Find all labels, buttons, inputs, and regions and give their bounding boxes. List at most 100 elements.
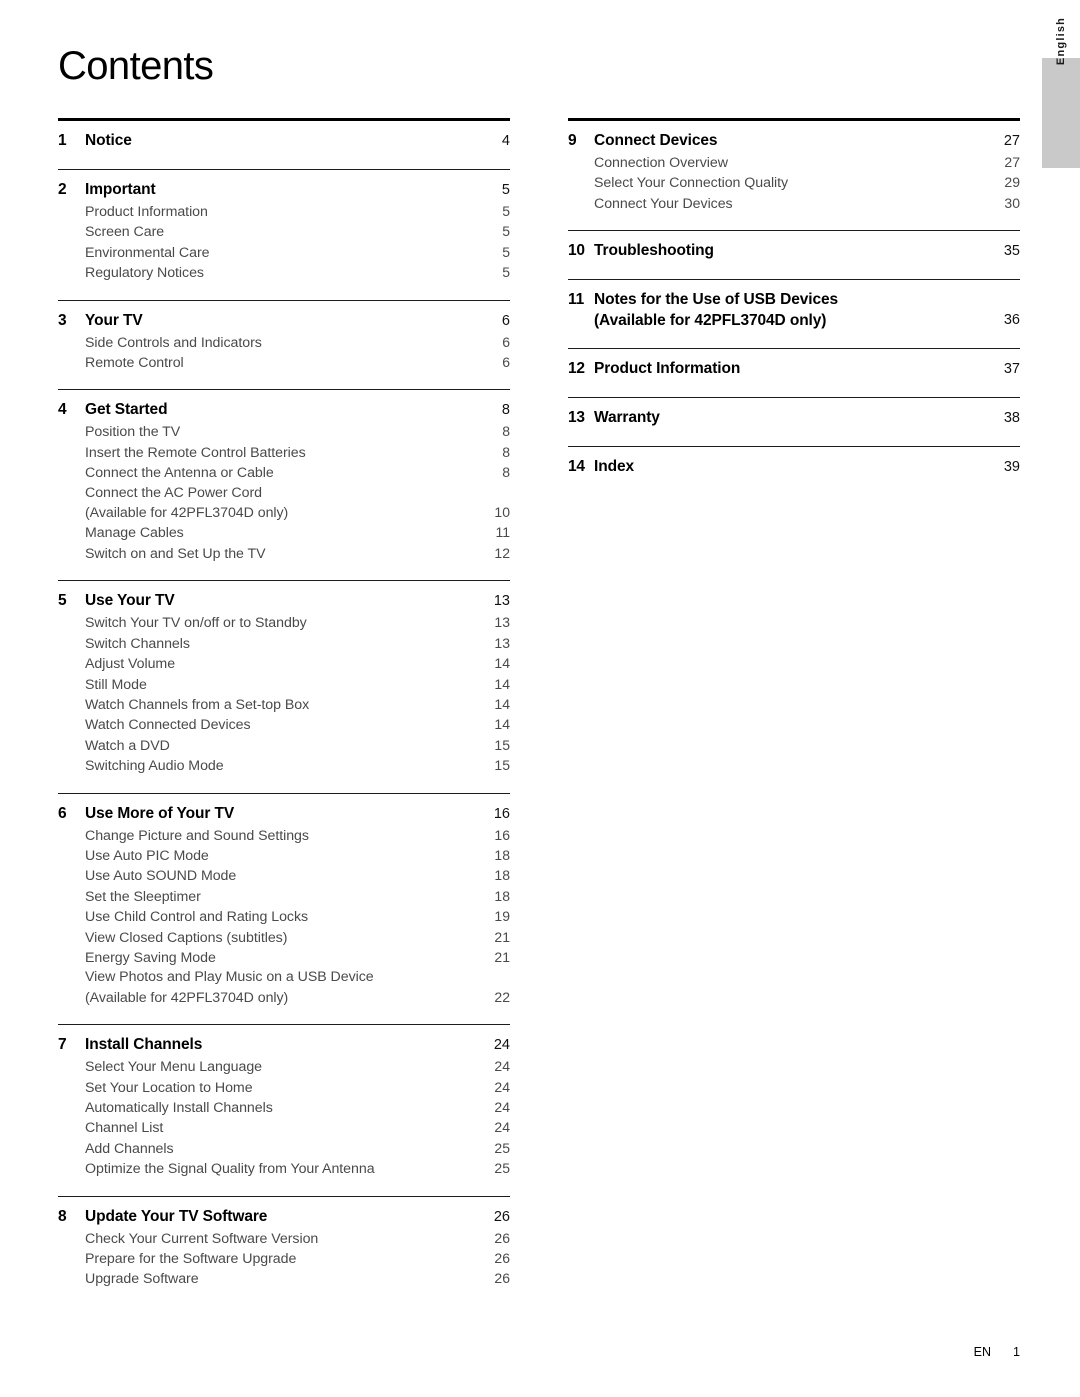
toc-subitem[interactable]: View Closed Captions (subtitles) 21 [58,928,510,948]
toc-section-heading[interactable]: 7 Install Channels 24 [58,1034,510,1056]
toc-subitem[interactable]: Energy Saving Mode 21 [58,948,510,968]
toc-section: 14 Index 39 [568,446,1020,495]
toc-section-heading[interactable]: 10 Troubleshooting 35 [568,240,1020,262]
toc-subitem-label: Connect the AC Power Cord [85,484,262,501]
toc-subitem[interactable]: Screen Care 5 [58,222,510,242]
toc-section-title: Warranty [594,409,660,427]
toc-subitem-label: Environmental Care [85,244,210,261]
toc-section-heading[interactable]: 13 Warranty 38 [568,407,1020,429]
toc-subitem-label: Use Child Control and Rating Locks [85,909,309,926]
toc-subitem-label: Still Mode [85,676,147,693]
toc-section-heading[interactable]: 2 Important 5 [58,179,510,201]
toc-subitem[interactable]: Product Information 5 [58,202,510,222]
toc-section-page: 36 [1003,312,1020,329]
toc-subitem[interactable]: Connect Your Devices 30 [568,194,1020,214]
page-footer: EN 1 [0,1345,1020,1359]
toc-subitem[interactable]: Connect the AC Power Cord [58,484,510,503]
toc-subitem[interactable]: Add Channels 25 [58,1139,510,1159]
toc-subitem-label: Adjust Volume [85,656,176,673]
toc-subitem[interactable]: Remote Control 6 [58,353,510,373]
toc-subitem[interactable]: Side Controls and Indicators 6 [58,333,510,353]
toc-section-page: 16 [493,805,510,822]
toc-subitem-page: 6 [502,354,510,371]
toc-section-heading[interactable]: 14 Index 39 [568,456,1020,478]
toc-section: 2 Important 5 Product Information 5 Screen Ca… [58,169,510,300]
toc-subitem-page: 19 [494,908,510,925]
toc-section-number: 14 [568,458,585,476]
toc-subitem[interactable]: Optimize the Signal Quality from Your An… [58,1159,510,1179]
toc-subitem-label: Watch Connected Devices [85,717,251,734]
toc-subitem[interactable]: Switch on and Set Up the TV 12 [58,544,510,564]
toc-subitem-page: 5 [502,223,510,240]
toc-subitem-label: View Closed Captions (subtitles) [85,929,288,946]
toc-subitem-page: 26 [494,1229,510,1246]
toc-section-heading[interactable]: 9 Connect Devices 27 [568,130,1020,152]
toc-subitem-page: 24 [494,1078,510,1095]
toc-subitem[interactable]: View Photos and Play Music on a USB Devi… [58,968,510,987]
toc-subitem-page: 21 [494,948,510,965]
toc-subitem[interactable]: Switch Your TV on/off or to Standby 13 [58,613,510,633]
toc-subitem[interactable]: (Available for 42PFL3704D only) 22 [58,988,510,1008]
toc-section-heading[interactable]: 11 Notes for the Use of USB Devices (Avail… [568,289,1020,331]
toc-section-heading[interactable]: 1 Notice 4 [58,130,510,152]
toc-section-heading[interactable]: 3 Your TV 6 [58,310,510,332]
toc-subitem-label: Watch a DVD [85,737,170,754]
toc-subitem[interactable]: Connection Overview 27 [568,153,1020,173]
toc-subitem[interactable]: Automatically Install Channels 24 [58,1098,510,1118]
toc-subitem[interactable]: Set the Sleeptimer 18 [58,887,510,907]
toc-section-page: 26 [493,1208,510,1225]
toc-subitem[interactable]: Switching Audio Mode 15 [58,756,510,776]
toc-subitem[interactable]: Change Picture and Sound Settings 16 [58,826,510,846]
toc-subitem[interactable]: Watch a DVD 15 [58,736,510,756]
toc-subitem[interactable]: (Available for 42PFL3704D only) 10 [58,503,510,523]
toc-subitem-page: 14 [494,675,510,692]
toc-subitem-label: Connect the Antenna or Cable [85,465,274,482]
toc-section-number: 9 [568,132,577,149]
toc-subitem[interactable]: Use Auto PIC Mode 18 [58,846,510,866]
toc-subitem[interactable]: Prepare for the Software Upgrade 26 [58,1249,510,1269]
toc-subitem[interactable]: Adjust Volume 14 [58,654,510,674]
toc-section: 12 Product Information 37 [568,348,1020,397]
toc-section-heading[interactable]: 8 Update Your TV Software 26 [58,1206,510,1228]
toc-section-heading[interactable]: 4 Get Started 8 [58,399,510,421]
toc-subitem[interactable]: Still Mode 14 [58,675,510,695]
toc-subitem[interactable]: Channel List 24 [58,1118,510,1138]
toc-subitem-page: 22 [494,988,510,1005]
toc-subitem[interactable]: Connect the Antenna or Cable 8 [58,463,510,483]
toc-section-number: 10 [568,242,585,260]
toc-section-title: Use Your TV [85,592,175,610]
toc-subitem[interactable]: Manage Cables 11 [58,523,510,543]
toc-subitem-label: Prepare for the Software Upgrade [85,1251,297,1268]
toc-subitem[interactable]: Watch Connected Devices 14 [58,715,510,735]
toc-subitem[interactable]: Check Your Current Software Version 26 [58,1229,510,1249]
toc-subitem-label: Set Your Location to Home [85,1079,253,1096]
toc-subitem[interactable]: Upgrade Software 26 [58,1269,510,1289]
toc-subitem[interactable]: Insert the Remote Control Batteries 8 [58,443,510,463]
toc-subitem-page: 24 [494,1119,510,1136]
toc-section-heading[interactable]: 12 Product Information 37 [568,358,1020,380]
toc-subitem-page: 27 [1004,154,1020,170]
toc-subitem[interactable]: Regulatory Notices 5 [58,263,510,283]
toc-subitem[interactable]: Position the TV 8 [58,422,510,442]
toc-subitem[interactable]: Watch Channels from a Set-top Box 14 [58,695,510,715]
toc-subitem-page: 14 [494,655,510,672]
toc-subitem-list: Connection Overview 27 Select Your Connect… [568,153,1020,214]
toc-subitem[interactable]: Select Your Connection Quality 29 [568,173,1020,193]
toc-subitem-list: Select Your Menu Language 24 Set Your Loca… [58,1057,510,1179]
toc-subitem[interactable]: Switch Channels 13 [58,634,510,654]
toc-subitem-label: Add Channels [85,1140,174,1157]
toc-section: 11 Notes for the Use of USB Devices (Avail… [568,279,1020,348]
toc-subitem[interactable]: Select Your Menu Language 24 [58,1057,510,1077]
toc-subitem[interactable]: Use Auto SOUND Mode 18 [58,866,510,886]
toc-subitem[interactable]: Use Child Control and Rating Locks 19 [58,907,510,927]
toc-subitem-page: 5 [502,243,510,260]
toc-subitem-label: Switch Your TV on/off or to Standby [85,615,307,632]
toc-section-number: 8 [58,1207,67,1225]
toc-subitem-label: Change Picture and Sound Settings [85,827,309,844]
toc-subitem-page: 11 [495,524,510,541]
toc-subitem[interactable]: Environmental Care 5 [58,243,510,263]
toc-subitem[interactable]: Set Your Location to Home 24 [58,1078,510,1098]
toc-section-heading[interactable]: 5 Use Your TV 13 [58,590,510,612]
toc-section-heading[interactable]: 6 Use More of Your TV 16 [58,803,510,825]
toc-column-left: 1 Notice 4 2 Important 5 Product Information 5 S… [58,118,510,1306]
